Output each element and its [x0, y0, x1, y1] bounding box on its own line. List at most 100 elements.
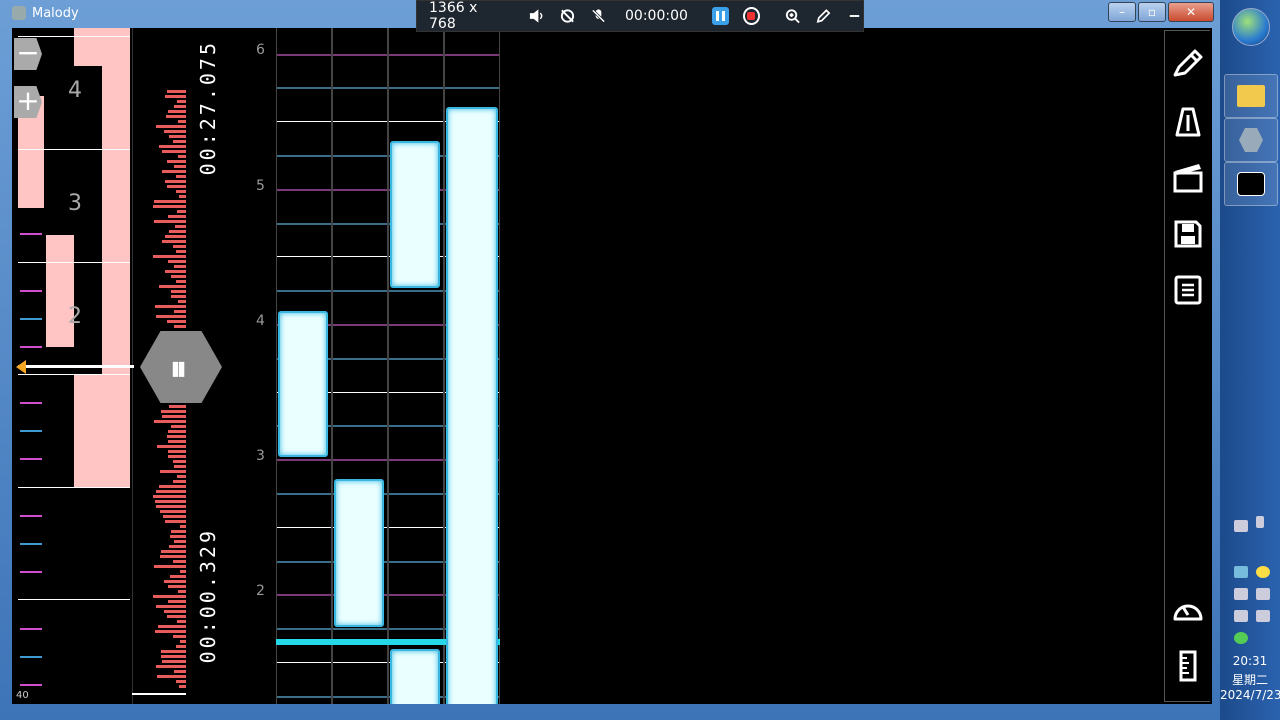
waveform-bar: [155, 630, 186, 633]
keyboard-icon[interactable]: [1234, 520, 1248, 532]
metronome-icon[interactable]: [1171, 105, 1205, 139]
waveform-bar: [176, 175, 186, 178]
waveform-bar: [165, 235, 186, 238]
zoom-in-button[interactable]: +: [14, 86, 42, 118]
waveform-bar: [161, 655, 186, 658]
grid-line: [333, 223, 387, 225]
pause-recording-button[interactable]: [711, 7, 729, 25]
grid-line: [277, 121, 331, 122]
grid-line: [333, 290, 387, 292]
grid-line: [389, 392, 443, 393]
draw-icon[interactable]: [815, 7, 832, 25]
zoom-icon[interactable]: [784, 7, 801, 25]
zoom-out-button[interactable]: −: [14, 38, 42, 70]
hold-note[interactable]: [334, 479, 384, 627]
explorer-taskbar-button[interactable]: [1224, 74, 1278, 118]
waveform-bar: [162, 415, 186, 418]
volume-icon[interactable]: [1256, 610, 1270, 622]
speaker-icon[interactable]: [528, 7, 545, 25]
pause-icon: ⏸: [170, 349, 187, 389]
tray-app-icon[interactable]: [1256, 566, 1270, 578]
waveform-bar: [159, 285, 186, 288]
waveform-bar: [178, 120, 186, 123]
clapper-icon[interactable]: [1171, 161, 1205, 195]
grid-line: [277, 87, 331, 89]
grid-line: [333, 662, 387, 663]
hold-note[interactable]: [390, 649, 440, 704]
waveform-bar: [177, 475, 186, 478]
waveform-bar: [179, 195, 186, 198]
stop-recording-button[interactable]: [742, 7, 761, 25]
network-app-icon[interactable]: [1234, 566, 1248, 578]
display-icon[interactable]: [1256, 588, 1270, 600]
waveform-bar: [176, 190, 186, 193]
maximize-button[interactable]: ▫: [1138, 2, 1166, 22]
hold-note[interactable]: [278, 311, 328, 457]
grid-line: [333, 189, 387, 191]
waveform-bar: [167, 320, 186, 323]
window-controls: – ▫ ✕: [1108, 2, 1214, 22]
minimize-button[interactable]: –: [1108, 2, 1136, 22]
lane-3[interactable]: [388, 28, 444, 704]
beat-tick: [20, 290, 42, 292]
waveform-bar: [168, 440, 186, 443]
close-button[interactable]: ✕: [1168, 2, 1214, 22]
waveform-bar: [171, 425, 186, 428]
measure-line: [18, 374, 130, 375]
tray-expand-icon[interactable]: [1256, 516, 1264, 528]
grid-line: [333, 358, 387, 360]
editor-canvas[interactable]: 4 3 2 − + 40 ⏸ 00:27.075 00:00.329 6 5 4…: [12, 28, 1212, 704]
waveform-bar: [153, 255, 186, 258]
waveform-bar: [164, 610, 186, 613]
screen-recorder-bar[interactable]: 1366 x 768 00:00:00: [416, 0, 864, 32]
waveform-bar: [160, 470, 186, 473]
waveform-bar: [176, 680, 186, 683]
waveform-bar: [173, 460, 186, 463]
recording-resolution: 1366 x 768: [429, 0, 478, 32]
camera-off-icon[interactable]: [559, 7, 576, 25]
waveform-bar: [165, 180, 186, 183]
measure-line: [18, 149, 130, 150]
waveform-bar: [164, 130, 186, 133]
waveform-bar: [176, 645, 186, 648]
beat-count-label: 40: [16, 690, 29, 701]
power-icon[interactable]: [1234, 610, 1248, 622]
waveform-bar: [177, 100, 186, 103]
signal-icon[interactable]: [1234, 588, 1248, 600]
beat-block: [74, 375, 102, 487]
waveform-bar: [159, 145, 186, 148]
measure-number: 6: [256, 42, 265, 58]
start-button[interactable]: [1232, 8, 1270, 46]
waveform-bar: [168, 585, 186, 588]
waveform-bar: [158, 625, 186, 628]
grid-line: [277, 628, 331, 630]
recorder-taskbar-button[interactable]: [1224, 162, 1278, 206]
pencil-icon[interactable]: [1171, 47, 1205, 81]
waveform-bar: [162, 240, 186, 243]
wechat-icon[interactable]: [1234, 632, 1248, 644]
grid-line: [333, 392, 387, 393]
gauge-icon[interactable]: [1171, 593, 1205, 627]
mic-off-icon[interactable]: [590, 7, 607, 25]
list-icon[interactable]: [1171, 273, 1205, 307]
hold-note[interactable]: [390, 141, 440, 288]
save-icon[interactable]: [1171, 217, 1205, 251]
waveform-bar: [155, 305, 186, 308]
waveform-bar: [156, 505, 186, 508]
ruler-icon[interactable]: [1171, 649, 1205, 683]
grid-line: [389, 425, 443, 427]
end-time-readout: 00:27.075: [196, 40, 220, 176]
clock-time[interactable]: 20:31: [1220, 654, 1280, 668]
beat-tick: [20, 515, 42, 517]
hold-note[interactable]: [446, 107, 498, 704]
malody-taskbar-button[interactable]: [1224, 118, 1278, 162]
minimize-recorder-icon[interactable]: [846, 7, 863, 25]
clock-weekday[interactable]: 星期二: [1220, 671, 1280, 688]
waveform-bar: [167, 435, 186, 438]
window-title: Malody: [32, 6, 79, 21]
beat-tick: [20, 430, 42, 432]
grid-line: [333, 121, 387, 122]
clock-date[interactable]: 2024/7/23: [1220, 688, 1280, 702]
stop-icon: [747, 12, 756, 20]
grid-line: [333, 425, 387, 427]
